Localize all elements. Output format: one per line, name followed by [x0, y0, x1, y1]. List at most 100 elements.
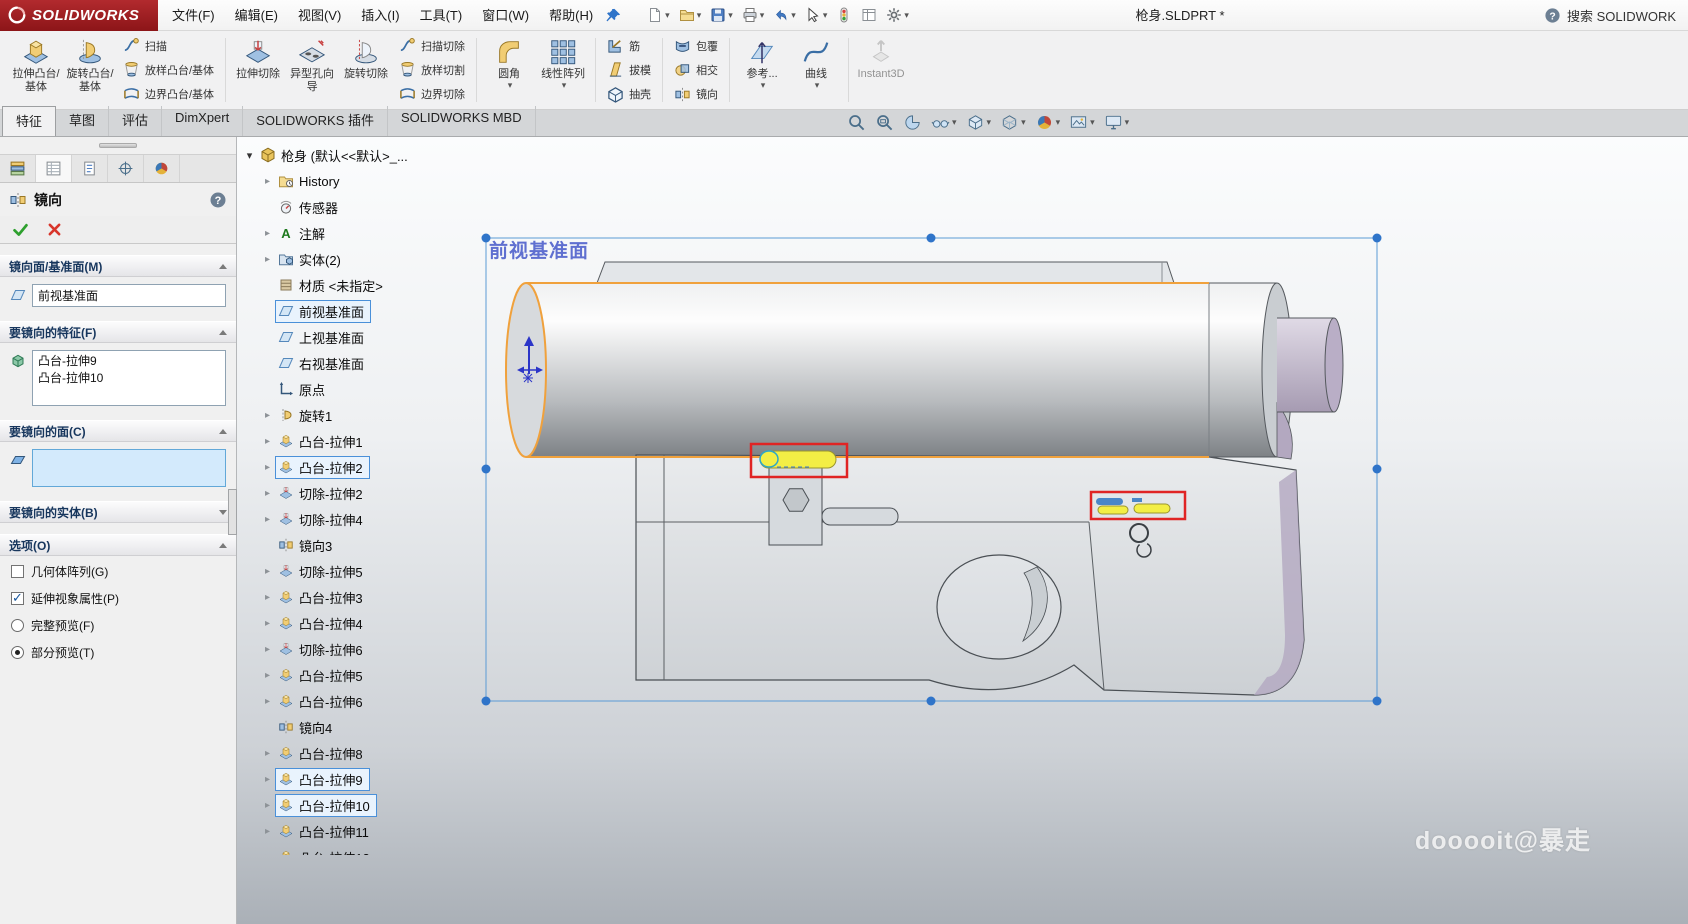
tree-item-core[interactable]: 凸台-拉伸10 [275, 794, 377, 817]
dropdown-chevron-icon[interactable]: ▾ [562, 81, 567, 90]
expand-arrow-icon[interactable]: ▾ [242, 149, 257, 162]
search-area[interactable]: ? 搜索 SOLIDWORK [1536, 0, 1688, 31]
tab-features[interactable]: 特征 [2, 106, 56, 136]
tree-item-core[interactable]: 镜向4 [275, 716, 339, 739]
view-orientation-button[interactable]: ▾ [964, 112, 994, 133]
mirror-faces-field[interactable] [32, 449, 226, 487]
tree-item[interactable]: 传感器 [260, 194, 415, 220]
zoom-fit-button[interactable] [845, 112, 868, 133]
tree-item-core[interactable]: 凸台-拉伸4 [275, 612, 370, 635]
edit-appearance-button[interactable]: ▾ [1033, 112, 1063, 133]
dropdown-chevron-icon[interactable]: ▾ [728, 11, 733, 20]
tree-item-core[interactable]: 凸台-拉伸3 [275, 586, 370, 609]
tree-item-core[interactable]: 旋转1 [275, 404, 339, 427]
tree-item[interactable]: ▸凸台-拉伸2 [260, 454, 415, 480]
menu-item-3[interactable]: 视图(V) [288, 0, 351, 31]
tree-item-core[interactable]: 凸台-拉伸9 [275, 768, 370, 791]
option-checkbox-row[interactable]: 几何体阵列(G) [11, 563, 225, 580]
tree-item-core[interactable]: 凸台-拉伸12 [275, 846, 377, 856]
tree-item[interactable]: ▸凸台-拉伸9 [260, 766, 415, 792]
dropdown-chevron-icon[interactable]: ▾ [665, 11, 670, 20]
dimxpertmanager-tab[interactable] [108, 155, 144, 182]
dropdown-chevron-icon[interactable]: ▾ [1125, 118, 1130, 127]
hole-wizard-button[interactable]: 异型孔向导 [285, 34, 339, 106]
tree-root[interactable]: ▾枪身 (默认<<默认>_... [242, 142, 415, 168]
collapse-chevron-icon[interactable] [219, 264, 227, 269]
revolve-cut-button[interactable]: 旋转切除 [339, 34, 393, 106]
expand-arrow-icon[interactable]: ▸ [260, 514, 275, 525]
boundary-button[interactable]: 边界凸台/基体 [117, 83, 220, 106]
tree-item-core[interactable]: 上视基准面 [275, 326, 371, 349]
revolve-boss-button[interactable]: 旋转凸台/基体 [63, 34, 117, 106]
tree-item[interactable]: ▸凸台-拉伸12 [260, 844, 415, 855]
curves-button[interactable]: 曲线▾ [789, 34, 843, 106]
print-button[interactable]: ▾ [739, 4, 768, 26]
cut-extrude-button[interactable]: 拉伸切除 [231, 34, 285, 106]
expand-arrow-icon[interactable]: ▸ [260, 852, 275, 856]
tree-item[interactable]: ▸切除-拉伸5 [260, 558, 415, 584]
view-settings-button[interactable]: ▾ [1102, 112, 1132, 133]
section-view-button[interactable] [901, 112, 924, 133]
tree-item-core[interactable]: 切除-拉伸5 [275, 560, 370, 583]
expand-arrow-icon[interactable]: ▸ [260, 644, 275, 655]
expand-arrow-icon[interactable]: ▸ [260, 254, 275, 265]
expand-arrow-icon[interactable]: ▸ [260, 566, 275, 577]
linear-pattern-button[interactable]: 线性阵列▾ [536, 34, 590, 106]
tree-item[interactable]: ▸实体(2) [260, 246, 415, 272]
tree-item[interactable]: ▸凸台-拉伸4 [260, 610, 415, 636]
tree-item-core[interactable]: 原点 [275, 378, 332, 401]
wrap-button[interactable]: 包覆 [668, 34, 724, 57]
tree-item-core[interactable]: 凸台-拉伸6 [275, 690, 370, 713]
tree-item[interactable]: 原点 [260, 376, 415, 402]
search-label[interactable]: 搜索 SOLIDWORK [1567, 6, 1676, 25]
tree-item[interactable]: 前视基准面 [260, 298, 415, 324]
expand-chevron-icon[interactable] [219, 510, 227, 515]
expand-arrow-icon[interactable]: ▸ [260, 748, 275, 759]
group-header-mirror-features[interactable]: 要镜向的特征(F) [0, 321, 236, 343]
save-button[interactable]: ▾ [707, 4, 736, 26]
undo-button[interactable]: ▾ [770, 4, 799, 26]
option-checkbox-row[interactable]: 延伸视象属性(P) [11, 590, 225, 607]
help-icon[interactable]: ? [1544, 7, 1561, 24]
dropdown-chevron-icon[interactable]: ▾ [823, 11, 828, 20]
menu-item-4[interactable]: 插入(I) [351, 0, 409, 31]
collapse-chevron-icon[interactable] [219, 543, 227, 548]
tree-item-core[interactable]: 凸台-拉伸2 [275, 456, 370, 479]
help-icon[interactable]: ? [209, 191, 227, 209]
instant3d-button[interactable]: Instant3D [854, 34, 908, 106]
draft-button[interactable]: 拔模 [601, 58, 657, 81]
tree-item[interactable]: ▸切除-拉伸2 [260, 480, 415, 506]
graphics-area[interactable]: 前视基准面 ▾枪身 (默认<<默认>_... ▸ History 传感器▸A注解▸实体… [237, 137, 1688, 924]
expand-arrow-icon[interactable]: ▸ [260, 462, 275, 473]
tree-item-core[interactable]: 凸台-拉伸11 [275, 820, 376, 843]
listbox-item[interactable]: 凸台-拉伸9 [38, 353, 220, 370]
rib-button[interactable]: 筋 [601, 34, 657, 57]
sweep-cut-button[interactable]: 扫描切除 [393, 34, 471, 57]
option-radio-row[interactable]: 部分预览(T) [11, 644, 225, 661]
boss-extrude-button[interactable]: 拉伸凸台/基体 [9, 34, 63, 106]
mirror-feature-button[interactable]: 镜向 [668, 83, 724, 106]
displaymanager-tab[interactable] [144, 155, 180, 182]
option-radio-row[interactable]: 完整预览(F) [11, 617, 225, 634]
open-button[interactable]: ▾ [676, 4, 705, 26]
tree-item-core[interactable]: 凸台-拉伸8 [275, 742, 370, 765]
shell-button[interactable]: 抽壳 [601, 83, 657, 106]
dropdown-chevron-icon[interactable]: ▾ [987, 118, 992, 127]
panel-splitter-handle[interactable] [228, 489, 237, 535]
dropdown-chevron-icon[interactable]: ▾ [1021, 118, 1026, 127]
expand-arrow-icon[interactable]: ▸ [260, 826, 275, 837]
collapse-chevron-icon[interactable] [219, 429, 227, 434]
tab-sketch[interactable]: 草图 [56, 106, 109, 136]
tree-item-core[interactable]: 材质 <未指定> [275, 274, 390, 297]
tree-item-core[interactable]: 传感器 [275, 196, 345, 219]
tree-item[interactable]: ▸凸台-拉伸5 [260, 662, 415, 688]
checkbox-icon[interactable] [11, 592, 24, 605]
tree-item-core[interactable]: History [275, 171, 346, 191]
group-header-mirror-faces[interactable]: 要镜向的面(C) [0, 420, 236, 442]
dropdown-chevron-icon[interactable]: ▾ [952, 118, 957, 127]
tree-item[interactable]: ▸A注解 [260, 220, 415, 246]
apply-scene-button[interactable]: ▾ [1067, 112, 1097, 133]
expand-arrow-icon[interactable]: ▸ [260, 774, 275, 785]
mirror-plane-field[interactable]: 前视基准面 [32, 284, 226, 307]
dropdown-chevron-icon[interactable]: ▾ [791, 11, 796, 20]
